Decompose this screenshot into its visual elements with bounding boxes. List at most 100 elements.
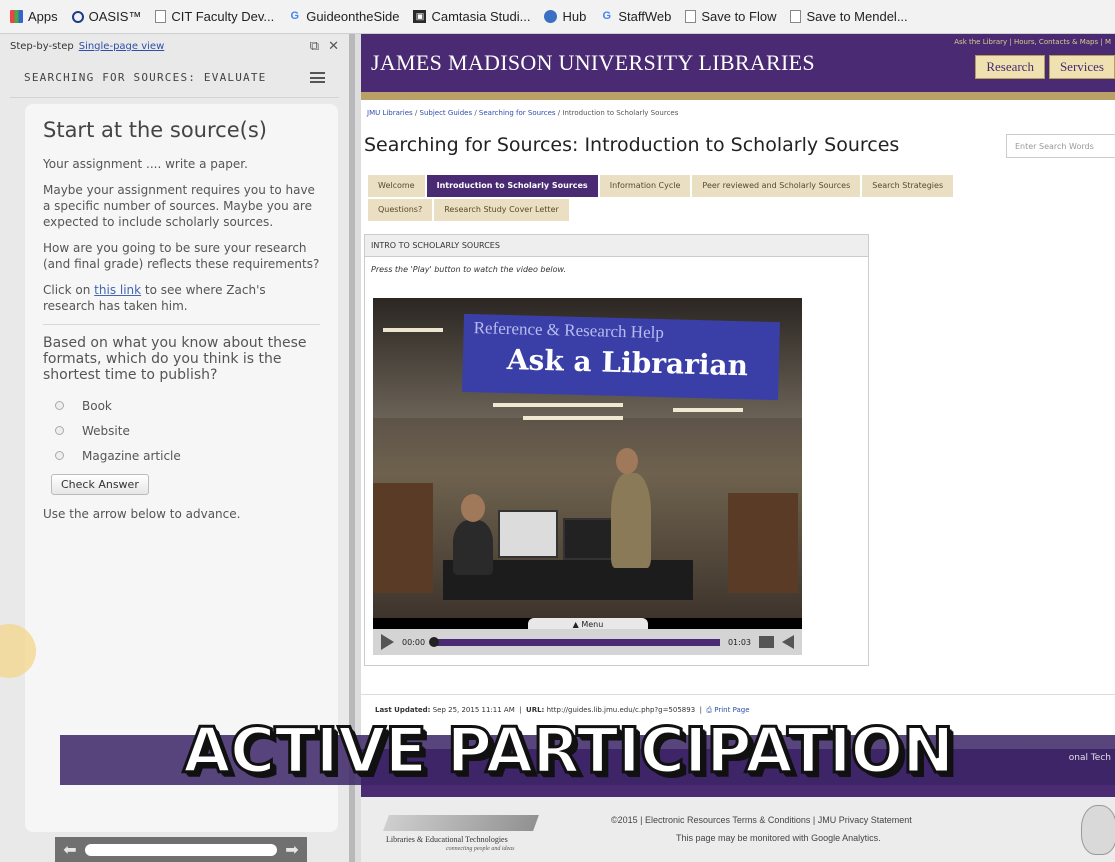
video-progress-bar[interactable] — [429, 636, 720, 647]
page-icon — [155, 10, 167, 23]
box-title: INTRO TO SCHOLARLY SOURCES — [365, 235, 868, 257]
check-answer-button[interactable]: Check Answer — [51, 474, 149, 495]
header-tab-services[interactable]: Services — [1048, 55, 1115, 79]
this-link[interactable]: this link — [94, 283, 141, 297]
header-tab-research[interactable]: Research — [975, 55, 1045, 79]
option-website[interactable]: Website — [43, 418, 320, 443]
guide-header: SEARCHING FOR SOURCES: EVALUATE — [10, 58, 339, 98]
single-page-view-link[interactable]: Single-page view — [79, 41, 165, 52]
progress-knob[interactable] — [429, 636, 440, 647]
ceiling-light — [523, 416, 623, 420]
tab-questions[interactable]: Questions? — [368, 199, 433, 221]
bookmark-save-to-mendeley[interactable]: Save to Mendel... — [790, 9, 908, 24]
video-controls: 00:00 01:03 — [373, 629, 802, 655]
fullscreen-icon[interactable] — [759, 636, 774, 648]
logo-tagline: connecting people and ideas — [446, 846, 515, 852]
bookmark-cit[interactable]: CIT Faculty Dev... — [155, 9, 274, 24]
breadcrumb-link[interactable]: Searching for Sources — [479, 109, 556, 117]
ceiling-light — [673, 408, 743, 412]
hub-icon — [544, 10, 558, 23]
breadcrumb: JMU Libraries / Subject Guides / Searchi… — [367, 109, 679, 117]
person-standing — [611, 473, 651, 568]
tab-introduction-to-scholarly-sources[interactable]: Introduction to Scholarly Sources — [426, 175, 598, 197]
bookmark-oasis[interactable]: OASIS™ — [71, 9, 142, 24]
site-title[interactable]: JAMES MADISON UNIVERSITY LIBRARIES — [371, 50, 815, 76]
video-frame[interactable]: Reference & Research Help Ask a Libraria… — [373, 298, 802, 618]
tab-row: Questions? Research Study Cover Letter — [368, 199, 1115, 221]
bookshelf — [373, 483, 433, 593]
bookmark-hub[interactable]: Hub — [544, 9, 586, 24]
search-input[interactable]: Enter Search Words — [1006, 134, 1115, 158]
bookmark-label: StaffWeb — [618, 9, 672, 24]
google-icon: G — [602, 10, 612, 22]
previous-arrow-icon[interactable]: ⬅ — [61, 840, 79, 859]
bookmark-label: Save to Mendel... — [806, 9, 908, 24]
tab-row: Welcome Introduction to Scholarly Source… — [368, 175, 1115, 197]
volume-icon[interactable] — [782, 635, 794, 649]
tab-information-cycle[interactable]: Information Cycle — [599, 175, 691, 197]
google-icon: G — [290, 10, 299, 22]
step-navigation: ⬅ ➡ — [55, 837, 307, 862]
radio-button[interactable] — [55, 426, 64, 435]
screen: Apps OASIS™ CIT Faculty Dev... G Guideont… — [0, 0, 1115, 862]
radio-button[interactable] — [55, 451, 64, 460]
caption-overlay: ACTIVE PARTICIPATION — [58, 700, 1078, 800]
libraries-logo[interactable]: Libraries & Educational Technologies con… — [383, 815, 576, 857]
advance-instruction: Use the arrow below to advance. — [43, 507, 241, 521]
step-paragraph-1: Your assignment .... write a paper. — [43, 157, 248, 171]
breadcrumb-link[interactable]: Subject Guides — [420, 109, 473, 117]
quiz-question: Based on what you know about these forma… — [43, 335, 307, 383]
popout-icon[interactable]: ⧉ — [310, 39, 319, 54]
step-paragraph-2: Maybe your assignment requires you to ha… — [43, 183, 315, 229]
gold-stripe — [361, 92, 1115, 100]
tab-research-study-cover-letter[interactable]: Research Study Cover Letter — [434, 199, 569, 221]
bookmark-label: OASIS™ — [88, 9, 142, 24]
tab-search-strategies[interactable]: Search Strategies — [862, 175, 954, 197]
person-head — [461, 494, 485, 522]
breadcrumb-link[interactable]: JMU Libraries — [367, 109, 413, 117]
bookmark-label: Save to Flow — [701, 9, 777, 24]
logo-mark — [383, 815, 539, 831]
computer-monitor — [563, 518, 618, 560]
bookmark-camtasia[interactable]: ▣ Camtasia Studi... — [413, 9, 530, 24]
site-header: JAMES MADISON UNIVERSITY LIBRARIES Ask t… — [361, 34, 1115, 92]
option-label: Magazine article — [82, 448, 181, 463]
time-total: 01:03 — [727, 637, 751, 647]
bookmark-label: GuideontheSide — [306, 9, 400, 24]
bookshelf — [728, 493, 798, 593]
option-book[interactable]: Book — [43, 393, 320, 418]
bookmark-label: Apps — [28, 9, 58, 24]
bookmark-staffweb[interactable]: G StaffWeb — [600, 9, 672, 24]
guide-title: SEARCHING FOR SOURCES: EVALUATE — [24, 71, 267, 84]
play-icon[interactable] — [381, 634, 394, 650]
guide-tabs: Welcome Introduction to Scholarly Source… — [368, 175, 1115, 223]
bookmark-label: Hub — [562, 9, 587, 24]
video-player[interactable]: Reference & Research Help Ask a Libraria… — [373, 298, 802, 655]
top-links[interactable]: Ask the Library | Hours, Contacts & Maps… — [954, 38, 1111, 46]
banner-title: Ask a Librarian — [506, 343, 749, 383]
bookmark-guideontheside[interactable]: G GuideontheSide — [288, 9, 399, 24]
madison-portrait-icon — [1081, 805, 1115, 855]
option-magazine-article[interactable]: Magazine article — [43, 443, 320, 468]
tab-welcome[interactable]: Welcome — [368, 175, 425, 197]
site-footer: Libraries & Educational Technologies con… — [361, 797, 1115, 862]
menu-label: Menu — [581, 620, 604, 629]
page-icon — [790, 10, 802, 23]
time-current: 00:00 — [402, 637, 426, 647]
person-seated — [453, 520, 493, 575]
content-box: INTRO TO SCHOLARLY SOURCES Press the 'Pl… — [364, 234, 869, 666]
bookmark-apps[interactable]: Apps — [10, 9, 58, 24]
menu-icon[interactable] — [310, 72, 325, 83]
bookmark-save-to-flow[interactable]: Save to Flow — [685, 9, 776, 24]
oasis-icon — [71, 10, 84, 23]
tab-peer-reviewed[interactable]: Peer reviewed and Scholarly Sources — [692, 175, 861, 197]
next-arrow-icon[interactable]: ➡ — [283, 840, 301, 859]
apps-icon — [10, 10, 23, 23]
close-icon[interactable]: ✕ — [328, 39, 339, 54]
step-progress-track[interactable] — [85, 843, 277, 856]
p4-before: Click on — [43, 283, 95, 297]
footer-line-1[interactable]: ©2015 | Electronic Resources Terms & Con… — [611, 815, 912, 825]
ceiling-light — [493, 403, 623, 407]
radio-button[interactable] — [55, 401, 64, 410]
guide-mode: Step-by-step Single-page view — [10, 41, 164, 52]
